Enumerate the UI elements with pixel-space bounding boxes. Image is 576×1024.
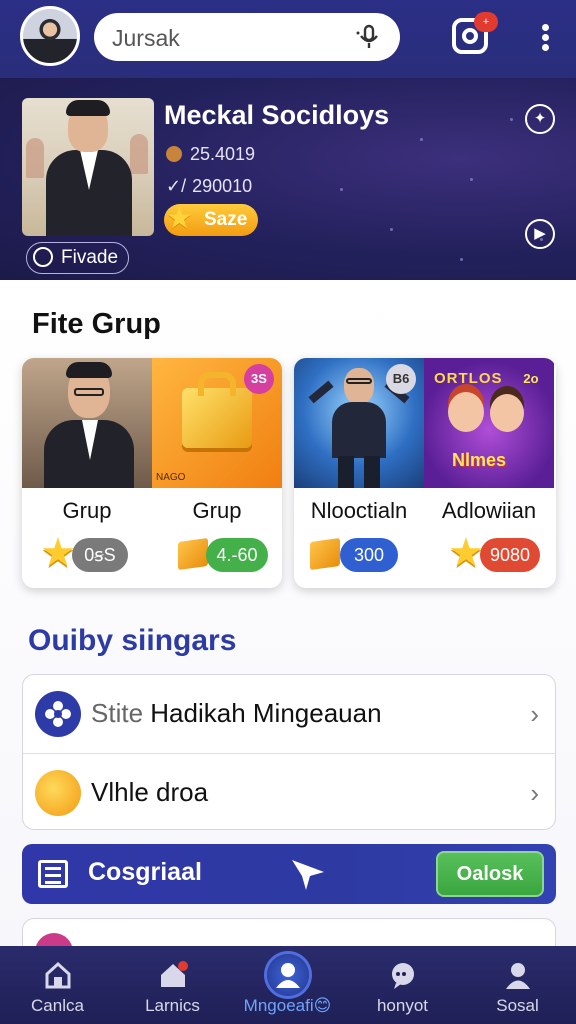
- nav-item-active[interactable]: Mngoeafi😊: [230, 946, 345, 1024]
- action-button[interactable]: Oalosk: [436, 851, 544, 897]
- price-pill[interactable]: 4.-60: [206, 538, 268, 572]
- play-button[interactable]: ▶: [525, 219, 555, 249]
- house-notification-icon: [161, 961, 188, 987]
- price-pill[interactable]: 300: [340, 538, 398, 572]
- chevron-right-icon: ›: [530, 778, 539, 808]
- home-icon: [45, 961, 71, 989]
- group-tile-box[interactable]: NAGO 3S: [152, 358, 282, 488]
- more-options-icon[interactable]: [540, 24, 550, 52]
- settings-list: Stite Hadikah Mingeauan › Vlhle droa ›: [22, 674, 556, 830]
- person-icon: [267, 954, 309, 996]
- tile-label: Grup: [62, 498, 112, 523]
- coin-stat: 25.4019: [166, 144, 255, 165]
- user-icon: [506, 963, 530, 989]
- section-title: Fite Grup: [32, 308, 161, 340]
- box-icon: [310, 536, 344, 571]
- chat-icon: [392, 963, 414, 989]
- flower-icon: [35, 691, 81, 737]
- promo-banner[interactable]: Cosgriaal Oalosk: [22, 844, 556, 904]
- fivade-chip[interactable]: Fivade: [26, 242, 130, 274]
- box-icon: [35, 770, 81, 816]
- star-icon: ★: [40, 531, 76, 575]
- group-card[interactable]: B6 ORTLOS Nlmes 2o Nlooctialn Adlowiian …: [294, 358, 556, 588]
- coin-icon: [166, 146, 182, 162]
- price-pill[interactable]: 9080: [480, 538, 540, 572]
- group-card[interactable]: NAGO 3S Grup Grup ★ 0ꞩS 4.-60: [22, 358, 282, 588]
- price-pill[interactable]: 0ꞩS: [72, 538, 128, 572]
- tile-label: Grup: [192, 498, 242, 523]
- search-input[interactable]: Jursak: [112, 25, 180, 52]
- list-icon: [38, 860, 68, 888]
- circle-icon: [33, 247, 53, 267]
- group-tile-stage[interactable]: B6: [294, 358, 424, 488]
- section-title: Ouiby siingars: [28, 624, 237, 657]
- avatar[interactable]: [20, 6, 80, 66]
- follower-stat: ✓/290010: [166, 176, 253, 196]
- top-bar: Jursak +: [0, 0, 576, 78]
- tile-label: Adlowiian: [441, 498, 537, 523]
- main-content: Fite Grup NAGO 3S Grup Grup ★ 0ꞩS 4.-60: [0, 280, 576, 971]
- star-icon: ★: [166, 202, 193, 235]
- saze-badge[interactable]: ★ Saze: [164, 202, 258, 236]
- group-tile-photo[interactable]: [22, 358, 152, 488]
- group-tile-poster[interactable]: ORTLOS Nlmes 2o: [424, 358, 554, 488]
- nav-item-profile[interactable]: Sosal: [460, 946, 575, 1024]
- nav-item-home[interactable]: Canlca: [0, 946, 115, 1024]
- list-item[interactable]: Stite Hadikah Mingeauan ›: [23, 675, 555, 753]
- profile-hero: Meckal Socidloys 25.4019 ✓/290010 ★ Saze…: [0, 78, 576, 280]
- microphone-icon[interactable]: [356, 24, 382, 50]
- chevron-right-icon: ›: [530, 699, 539, 729]
- search-bar[interactable]: Jursak: [94, 13, 400, 61]
- tile-label: Nlooctialn: [310, 498, 408, 523]
- list-item[interactable]: Vlhle droa ›: [23, 753, 555, 831]
- notification-badge: +: [474, 12, 498, 32]
- profile-name: Meckal Socidloys: [164, 100, 390, 130]
- nav-item-chat[interactable]: honyot: [345, 946, 460, 1024]
- plane-icon: [292, 860, 324, 890]
- profile-photo: [22, 98, 154, 236]
- sparkle-button[interactable]: ✦: [525, 104, 555, 134]
- nav-item-games[interactable]: Larnics: [115, 946, 230, 1024]
- star-icon: ★: [448, 531, 484, 575]
- bottom-nav: Canlca Larnics Mngoeafi😊 honyot Sosal: [0, 946, 576, 1024]
